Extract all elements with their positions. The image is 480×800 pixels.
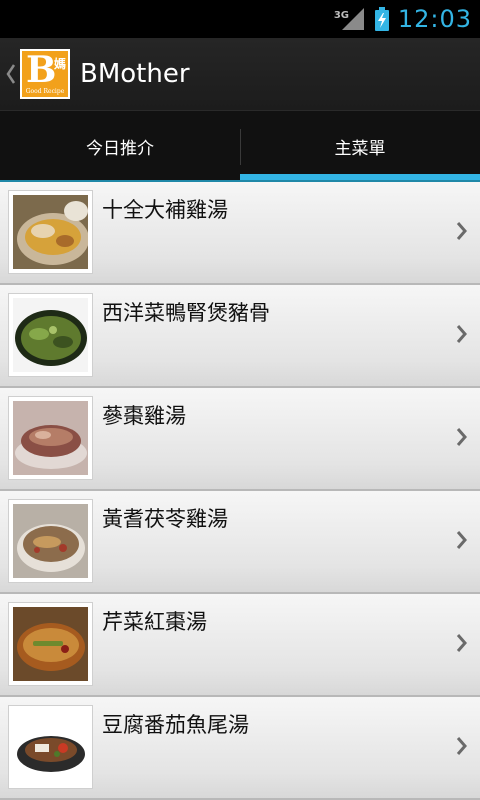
tab-label: 今日推介 [86, 139, 154, 159]
recipe-title: 黃耆茯苓雞湯 [102, 507, 228, 531]
soup-thumbnail [8, 293, 93, 377]
tab-bar: 今日推介 主菜單 [0, 110, 480, 182]
list-item[interactable]: 西洋菜鴨腎煲豬骨 [0, 285, 480, 388]
app-logo-icon[interactable]: B 媽 Good Recipe [20, 49, 70, 99]
logo-subtitle: Good Recipe [25, 88, 65, 95]
up-chevron-icon[interactable] [4, 38, 18, 110]
chevron-right-icon [456, 222, 467, 240]
status-icons: 3G 12:03 [334, 0, 472, 38]
status-bar: 3G 12:03 [0, 0, 480, 38]
battery-charging-icon [374, 6, 390, 32]
list-item[interactable]: 芹菜紅棗湯 [0, 594, 480, 697]
recipe-title: 豆腐番茄魚尾湯 [102, 713, 249, 737]
recipe-title: 芹菜紅棗湯 [102, 610, 207, 634]
network-type: 3G [333, 10, 349, 21]
action-bar: B 媽 Good Recipe BMother [0, 38, 480, 110]
soup-thumbnail [8, 396, 93, 480]
soup-thumbnail [8, 190, 93, 274]
recipe-title: 蔘棗雞湯 [102, 404, 186, 428]
chevron-right-icon [456, 531, 467, 549]
chevron-right-icon [456, 634, 467, 652]
chevron-right-icon [456, 428, 467, 446]
signal-icon: 3G [334, 6, 366, 32]
list-item[interactable]: 十全大補雞湯 [0, 182, 480, 285]
soup-thumbnail [8, 705, 93, 789]
list-item[interactable]: 黃耆茯苓雞湯 [0, 491, 480, 594]
chevron-right-icon [456, 325, 467, 343]
logo-char: 媽 [53, 57, 66, 71]
list-item[interactable]: 豆腐番茄魚尾湯 [0, 697, 480, 800]
clock: 12:03 [397, 5, 472, 33]
app-title: BMother [80, 59, 190, 89]
recipe-title: 十全大補雞湯 [102, 198, 228, 222]
tab-today-recommend[interactable]: 今日推介 [0, 111, 240, 182]
logo-letter: B [26, 49, 57, 91]
tab-label: 主菜單 [334, 139, 386, 159]
list-item[interactable]: 蔘棗雞湯 [0, 388, 480, 491]
recipe-list[interactable]: 十全大補雞湯 西洋菜鴨腎煲豬骨 蔘棗雞湯 黃耆茯苓雞湯 芹菜紅棗湯 豆腐番茄魚尾… [0, 182, 480, 800]
soup-thumbnail [8, 499, 93, 583]
recipe-title: 西洋菜鴨腎煲豬骨 [102, 301, 270, 325]
soup-thumbnail [8, 602, 93, 686]
tab-main-menu[interactable]: 主菜單 [240, 111, 480, 182]
chevron-right-icon [456, 737, 467, 755]
